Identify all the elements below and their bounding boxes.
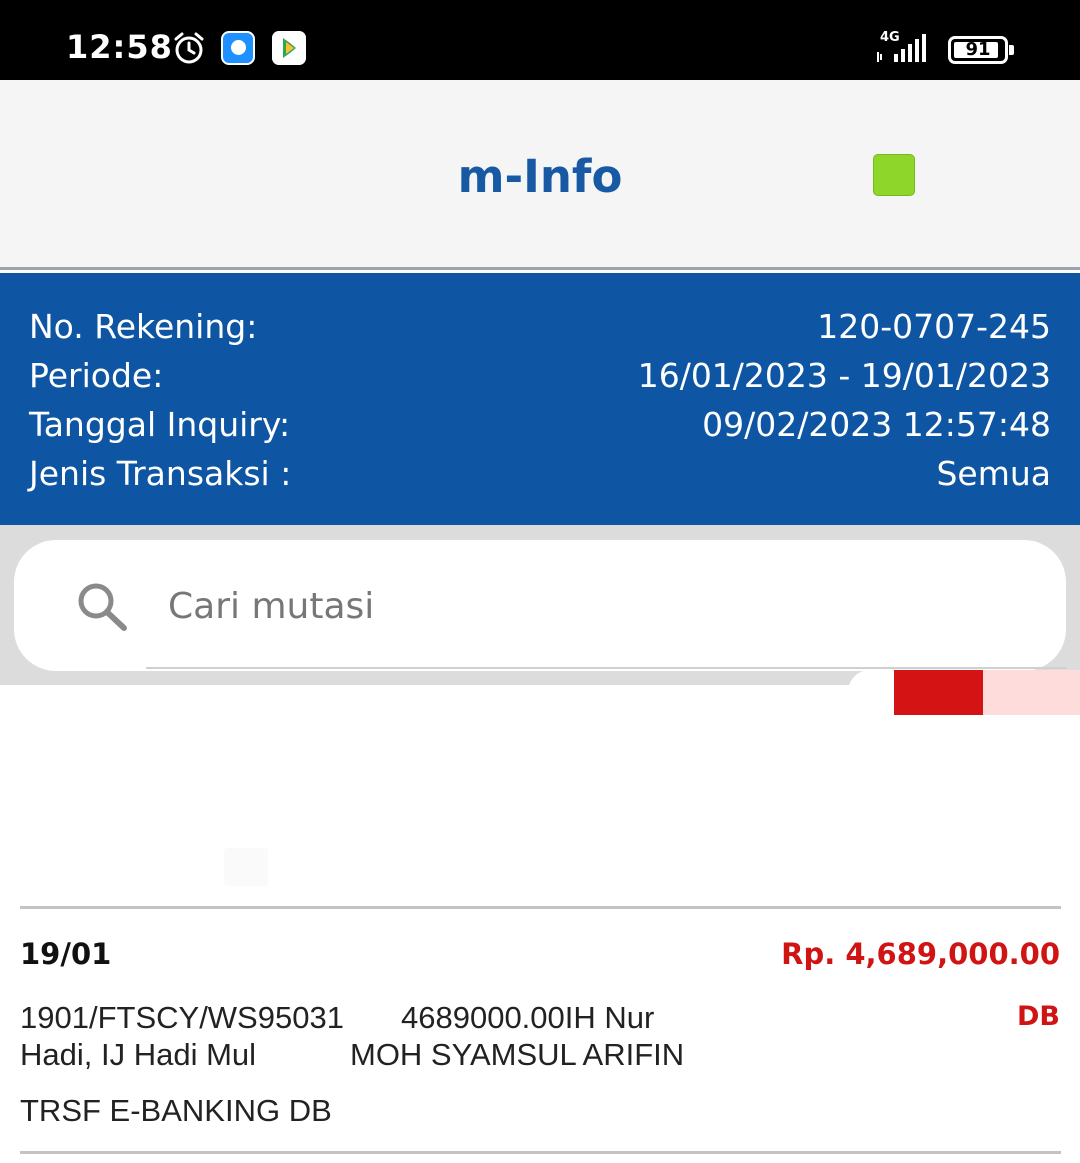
- info-row-inquiry-date: Tanggal Inquiry: 09/02/2023 12:57:48: [29, 405, 1051, 453]
- status-time: 12:58: [66, 28, 173, 66]
- messaging-app-icon: [221, 31, 255, 65]
- signal-icon: 4G: [872, 30, 936, 66]
- page-title: m-Info: [457, 150, 623, 203]
- transaction-type-badge: DB: [1017, 1001, 1060, 1032]
- app-header: m-Info: [0, 80, 1080, 270]
- connection-status-indicator: [873, 154, 915, 196]
- tab-inactive-indicator[interactable]: [983, 670, 1080, 715]
- transaction-recipient: MOH SYAMSUL ARIFIN: [350, 1037, 685, 1072]
- alarm-icon: [174, 32, 204, 64]
- transaction-description: TRSF E-BANKING DB: [20, 1093, 332, 1128]
- transaction-reference: 1901/FTSCY/WS95031: [20, 1000, 344, 1035]
- placeholder-box: [224, 848, 268, 886]
- battery-icon: 91: [948, 36, 1014, 64]
- transaction-amount: Rp. 4,689,000.00: [781, 937, 1060, 971]
- info-value: 09/02/2023 12:57:48: [702, 405, 1051, 444]
- info-value: 16/01/2023 - 19/01/2023: [637, 356, 1051, 395]
- battery-percent: 91: [965, 39, 991, 60]
- transaction-sender: Hadi, IJ Hadi Mul: [20, 1037, 257, 1072]
- info-value: Semua: [936, 454, 1051, 493]
- account-info-panel: No. Rekening: 120-0707-245 Periode: 16/0…: [0, 273, 1080, 525]
- search-input[interactable]: [168, 580, 1028, 632]
- status-bar: 12:58 4G 91: [0, 0, 1080, 80]
- info-row-period: Periode: 16/01/2023 - 19/01/2023: [29, 356, 1051, 404]
- transaction-date: 19/01: [20, 937, 112, 971]
- info-label: No. Rekening:: [29, 307, 258, 346]
- info-label: Periode:: [29, 356, 164, 395]
- play-store-icon: [272, 31, 306, 65]
- divider: [20, 906, 1061, 909]
- search-icon[interactable]: [74, 580, 130, 632]
- info-value: 120-0707-245: [817, 307, 1051, 346]
- info-label: Tanggal Inquiry:: [29, 405, 291, 444]
- transaction-detail: 4689000.00IH Nur: [401, 1000, 655, 1035]
- tab-active-indicator[interactable]: [894, 670, 983, 715]
- info-row-transaction-type: Jenis Transaksi : Semua: [29, 454, 1051, 502]
- divider: [20, 1151, 1061, 1154]
- search-underline: [146, 667, 1066, 669]
- info-row-account-number: No. Rekening: 120-0707-245: [29, 307, 1051, 355]
- info-label: Jenis Transaksi :: [29, 454, 292, 493]
